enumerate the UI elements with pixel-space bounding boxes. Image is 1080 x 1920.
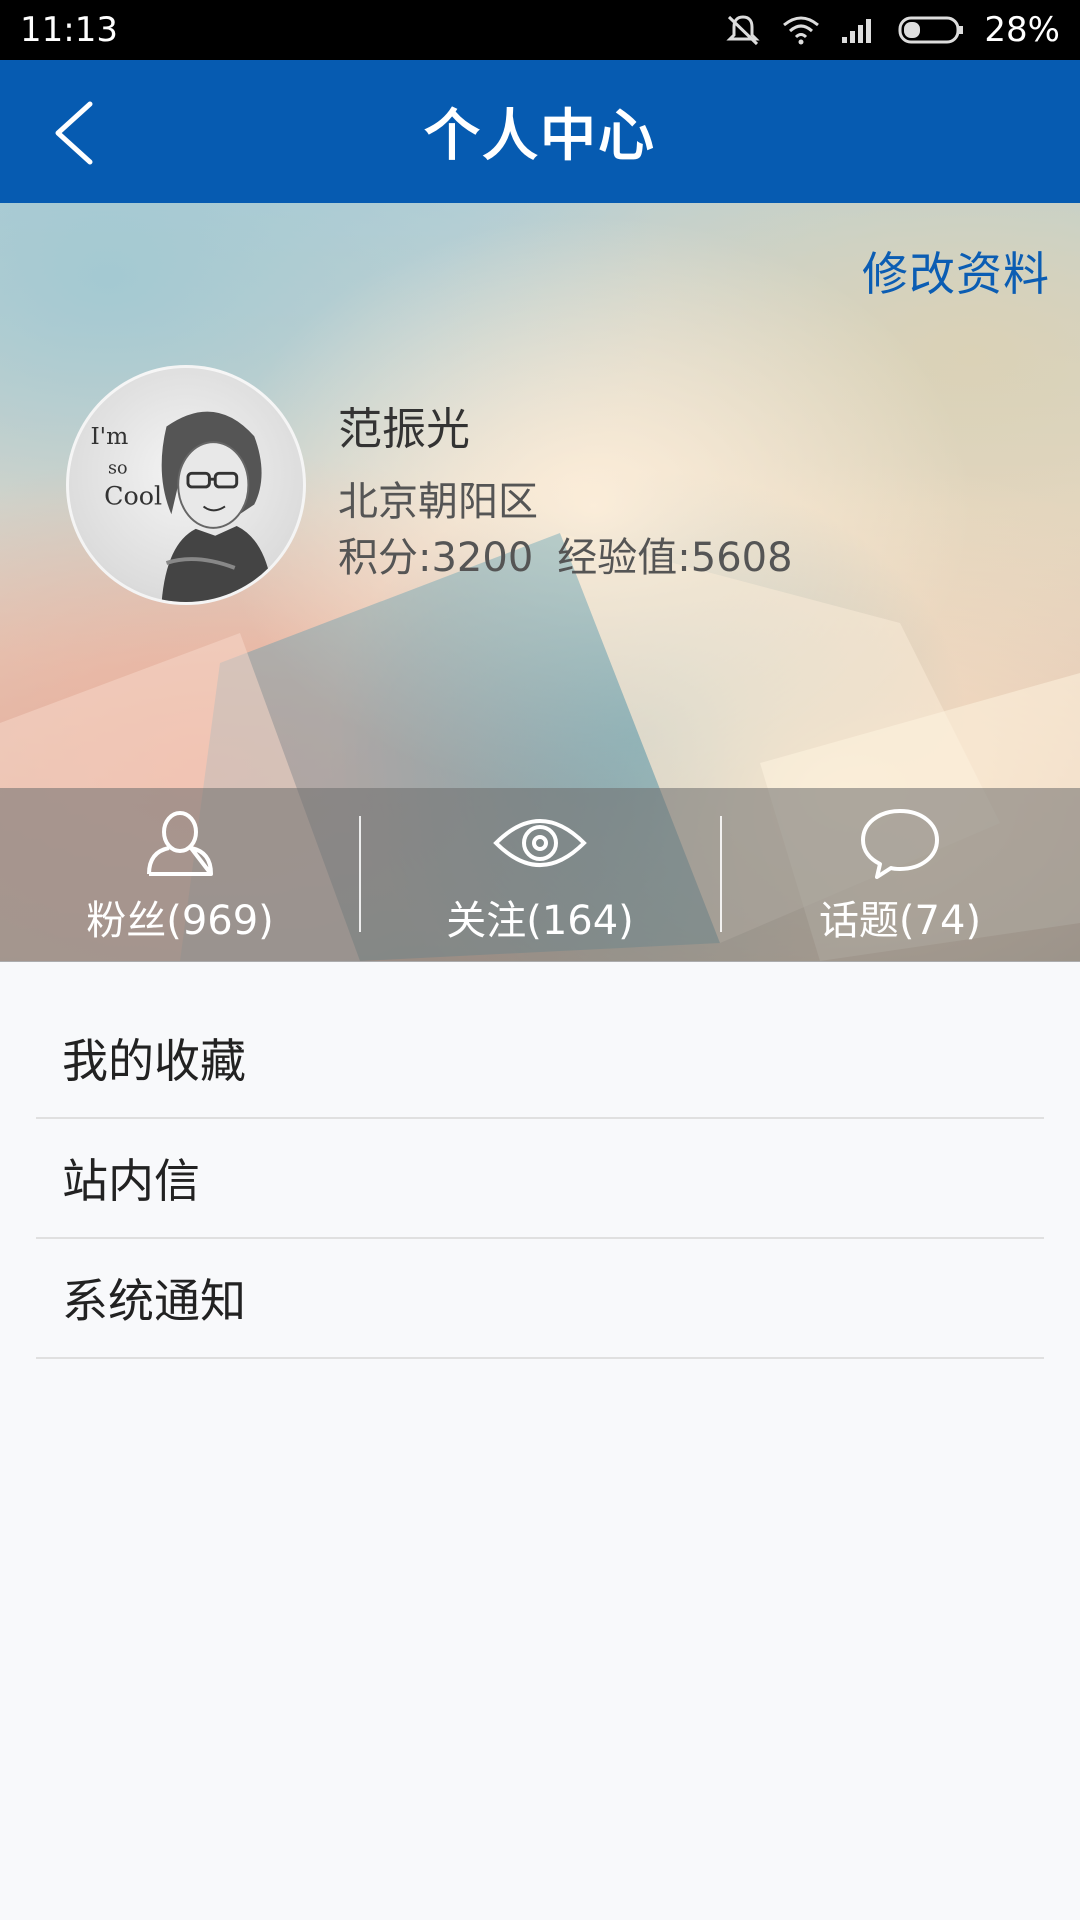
eye-icon — [493, 819, 587, 867]
svg-text:so: so — [108, 458, 128, 478]
topics-label: 话题(74) — [818, 898, 982, 944]
speech-bubble-icon — [861, 809, 939, 879]
user-scores: 积分:3200 经验值:5608 — [338, 525, 793, 583]
status-icons: 28% — [724, 10, 1060, 50]
svg-text:Cool: Cool — [104, 481, 162, 511]
username: 范振光 — [338, 404, 470, 455]
avatar[interactable]: I'm so Cool — [66, 365, 306, 605]
battery-percent: 28% — [984, 10, 1060, 50]
mute-icon — [726, 15, 761, 46]
menu-item-label: 站内信 — [62, 1154, 200, 1208]
experience-value: 经验值:5608 — [557, 535, 793, 581]
status-bar: 11:13 28% — [0, 0, 1080, 60]
stats-bar: 粉丝(969) 关注(164) 话题(74) — [0, 788, 1080, 962]
points-value: 积分:3200 — [338, 535, 534, 581]
svg-text:I'm: I'm — [90, 422, 128, 450]
topics-stat[interactable]: 话题(74) — [720, 788, 1080, 962]
menu-item-favorites[interactable]: 我的收藏 — [36, 962, 1044, 1119]
menu-list: 我的收藏 站内信 系统通知 — [36, 962, 1044, 1359]
following-label: 关注(164) — [446, 898, 634, 944]
signal-icon — [842, 19, 872, 43]
app-header: 个人中心 — [0, 60, 1080, 203]
stats-divider — [720, 816, 722, 932]
menu-item-label: 我的收藏 — [62, 1034, 246, 1088]
battery-icon — [898, 16, 964, 44]
menu-item-messages[interactable]: 站内信 — [36, 1119, 1044, 1239]
wifi-icon — [783, 16, 820, 45]
fans-label: 粉丝(969) — [86, 898, 274, 944]
fans-stat[interactable]: 粉丝(969) — [0, 788, 360, 962]
person-icon — [147, 811, 213, 876]
back-arrow-icon[interactable] — [46, 98, 106, 168]
avatar-caricature-image: I'm so Cool — [90, 411, 274, 602]
status-time: 11:13 — [20, 10, 118, 50]
edit-profile-link[interactable]: 修改资料 — [862, 238, 1050, 304]
stats-divider — [359, 816, 361, 932]
menu-item-notifications[interactable]: 系统通知 — [36, 1239, 1044, 1359]
menu-item-label: 系统通知 — [62, 1274, 246, 1328]
page-title: 个人中心 — [424, 104, 656, 169]
user-location: 北京朝阳区 — [338, 479, 538, 525]
following-stat[interactable]: 关注(164) — [360, 788, 720, 962]
